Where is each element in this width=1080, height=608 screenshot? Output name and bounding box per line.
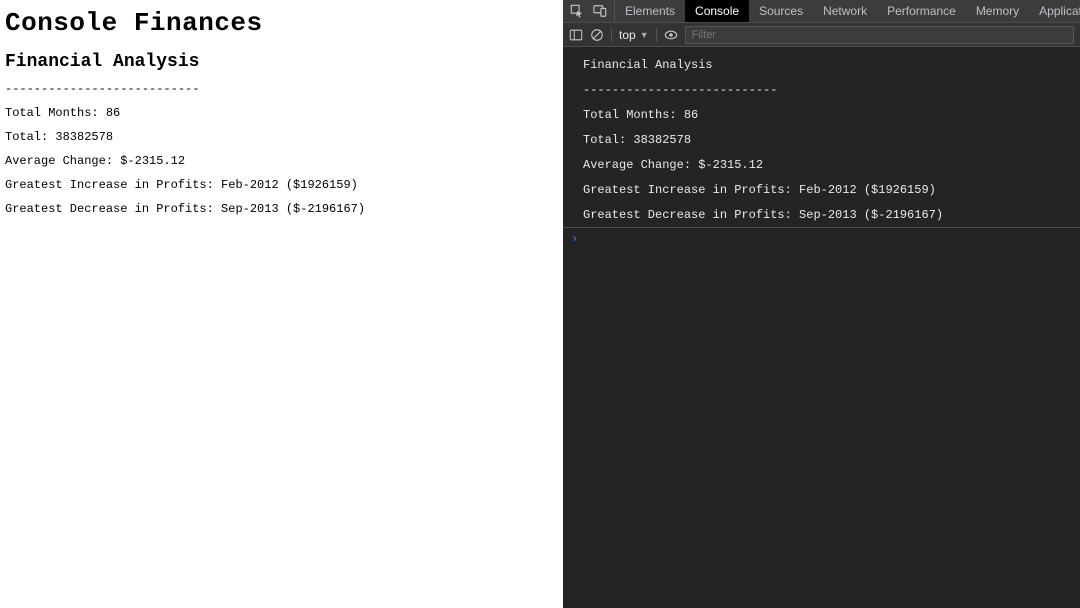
console-log-line: Greatest Increase in Profits: Feb-2012 (… [563, 178, 1080, 203]
page-line: Average Change: $-2315.12 [5, 154, 558, 168]
tab-console[interactable]: Console [685, 0, 749, 22]
execution-context-select[interactable]: top ▼ [619, 28, 649, 42]
tab-network[interactable]: Network [813, 0, 877, 22]
console-prompt[interactable]: › [563, 228, 1080, 250]
page-divider: --------------------------- [5, 82, 558, 96]
tab-performance[interactable]: Performance [877, 0, 966, 22]
page-subtitle: Financial Analysis [5, 52, 558, 72]
toolbar-separator [611, 28, 612, 42]
toolbar-separator [656, 28, 657, 42]
devtools-panel: Elements Console Sources Network Perform… [563, 0, 1080, 608]
clear-console-icon[interactable] [590, 28, 604, 42]
tab-application[interactable]: Application [1029, 0, 1080, 22]
sidebar-toggle-icon[interactable] [569, 28, 583, 42]
live-expression-icon[interactable] [664, 28, 678, 42]
inspect-icon[interactable] [570, 4, 584, 18]
context-label: top [619, 28, 636, 42]
tab-sources[interactable]: Sources [749, 0, 813, 22]
tab-memory[interactable]: Memory [966, 0, 1029, 22]
filter-input[interactable] [685, 26, 1074, 44]
tab-icon-group [563, 0, 615, 22]
page-line: Greatest Decrease in Profits: Sep-2013 (… [5, 202, 558, 216]
console-log-line: Total: 38382578 [563, 128, 1080, 153]
page-content: Console Finances Financial Analysis ----… [0, 0, 563, 608]
console-log-line: Greatest Decrease in Profits: Sep-2013 (… [563, 203, 1080, 228]
console-log-line: Average Change: $-2315.12 [563, 153, 1080, 178]
console-log-line: Financial Analysis [563, 53, 1080, 78]
console-output: Financial Analysis ---------------------… [563, 47, 1080, 608]
console-log-line: --------------------------- [563, 78, 1080, 103]
tab-elements[interactable]: Elements [615, 0, 685, 22]
console-toolbar: top ▼ [563, 23, 1080, 47]
page-line: Total: 38382578 [5, 130, 558, 144]
page-line: Greatest Increase in Profits: Feb-2012 (… [5, 178, 558, 192]
chevron-down-icon: ▼ [640, 30, 649, 40]
device-toggle-icon[interactable] [593, 4, 607, 18]
console-log-line: Total Months: 86 [563, 103, 1080, 128]
page-title: Console Finances [5, 8, 558, 38]
page-line: Total Months: 86 [5, 106, 558, 120]
devtools-tabs: Elements Console Sources Network Perform… [563, 0, 1080, 23]
